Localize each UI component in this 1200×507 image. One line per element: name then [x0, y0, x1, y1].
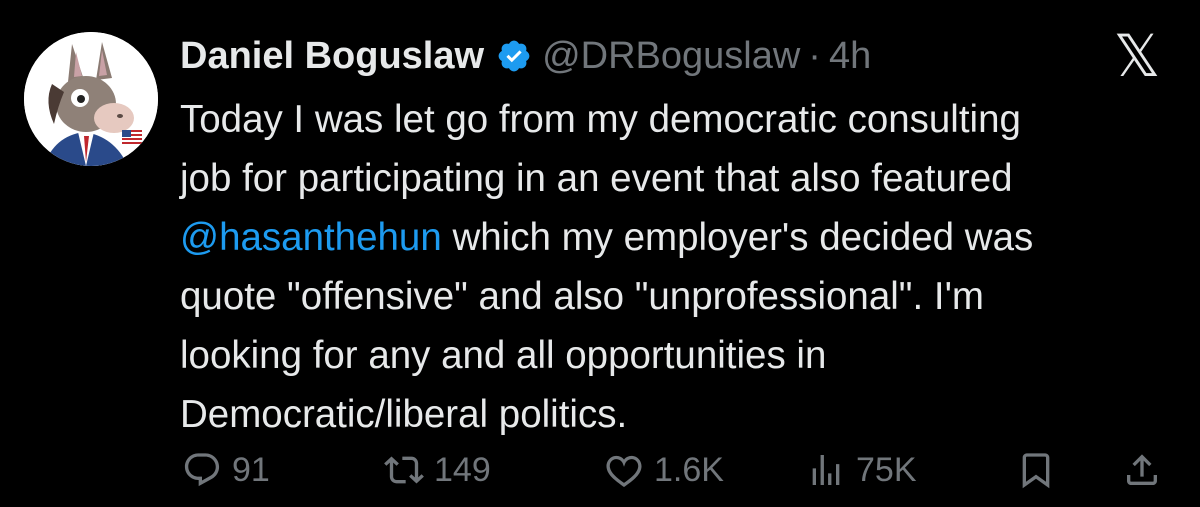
separator-dot: · — [808, 34, 821, 77]
views-icon — [812, 455, 840, 485]
tweet-text-line: job for participating in an event that a… — [180, 157, 1013, 200]
tweet-header: Daniel Boguslaw @DRBoguslaw · 4h — [180, 28, 871, 84]
heart-icon — [606, 455, 642, 488]
tweet-text-segment: which my employer's decided was — [441, 216, 1034, 259]
views-count: 75K — [856, 450, 917, 489]
tweet-text-line: Democratic/liberal politics. — [180, 393, 628, 436]
reply-button[interactable]: 91 — [182, 440, 270, 500]
bookmark-button[interactable] — [1016, 440, 1056, 500]
tweet-text-line: @hasanthehun which my employer's decided… — [180, 208, 1180, 267]
tweet-text-line: looking for any and all opportunities in — [180, 334, 827, 377]
tweet-text-line: quote "offensive" and also "unprofession… — [180, 275, 984, 318]
action-bar: 91 149 1.6K 75K — [0, 440, 1200, 500]
author-handle[interactable]: @DRBoguslaw — [542, 35, 800, 78]
reply-icon — [184, 453, 220, 487]
like-button[interactable]: 1.6K — [604, 440, 724, 500]
retweet-button[interactable]: 149 — [384, 440, 491, 500]
x-logo-icon[interactable]: 𝕏 — [1108, 27, 1166, 85]
verified-check-icon — [498, 40, 530, 72]
retweet-icon — [384, 456, 424, 484]
reply-count: 91 — [232, 450, 270, 489]
bookmark-icon — [1022, 453, 1050, 489]
like-count: 1.6K — [654, 450, 724, 489]
tweet-text-line: Today I was let go from my democratic co… — [180, 98, 1021, 141]
retweet-count: 149 — [434, 450, 491, 489]
timestamp[interactable]: 4h — [829, 35, 871, 78]
views-button[interactable]: 75K — [806, 440, 917, 500]
donkey-avatar-icon — [24, 32, 158, 166]
tweet-text: Today I was let go from my democratic co… — [180, 90, 1180, 444]
avatar[interactable] — [24, 32, 158, 166]
share-button[interactable] — [1122, 440, 1162, 500]
share-icon — [1127, 454, 1157, 485]
author-name[interactable]: Daniel Boguslaw — [180, 35, 484, 78]
mention-link[interactable]: @hasanthehun — [180, 216, 442, 259]
